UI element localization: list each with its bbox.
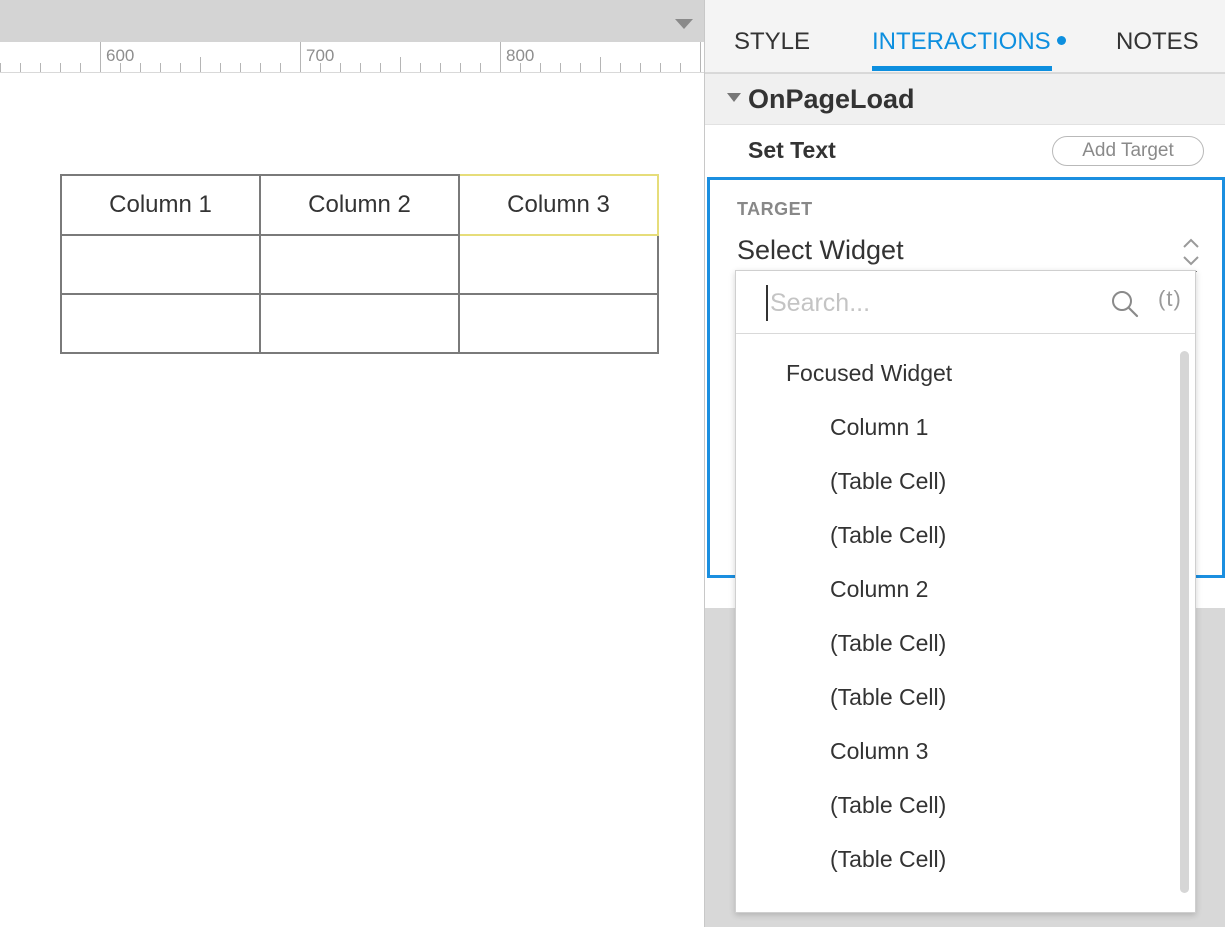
list-item[interactable]: (Table Cell) — [830, 522, 946, 549]
event-header[interactable]: OnPageLoad — [705, 74, 1225, 124]
table-cell[interactable] — [259, 234, 460, 295]
table-row: Column 1 Column 2 Column 3 — [60, 174, 659, 236]
ruler-tick — [480, 63, 481, 72]
action-title: Set Text — [748, 137, 836, 163]
ruler-label: 600 — [106, 46, 135, 65]
ruler-label: 800 — [506, 46, 535, 65]
search-icon[interactable] — [1110, 289, 1140, 319]
event-title: OnPageLoad — [748, 84, 915, 114]
ruler-tick — [660, 63, 661, 72]
ruler-tick — [280, 63, 281, 72]
table-row — [60, 293, 659, 354]
ruler-tick — [220, 63, 221, 72]
variable-insert-icon[interactable]: (t) — [1158, 286, 1182, 312]
unsaved-dot-icon — [1057, 36, 1066, 45]
ruler-tick — [340, 63, 341, 72]
active-tab-indicator — [872, 66, 1052, 71]
target-label: TARGET — [737, 199, 813, 219]
list-item[interactable]: Column 3 — [830, 738, 928, 765]
table-cell[interactable] — [60, 234, 261, 295]
inspector-tabs: STYLE INTERACTIONS NOTES — [705, 0, 1225, 73]
ruler-tick — [80, 63, 81, 72]
add-target-button[interactable]: Add Target — [1052, 136, 1204, 166]
ruler-tick — [240, 63, 241, 72]
chevron-up-down-icon[interactable] — [1181, 236, 1201, 268]
ruler-tick — [40, 63, 41, 72]
list-item[interactable]: Column 2 — [830, 576, 928, 603]
canvas-top-bar — [0, 0, 704, 42]
list-item[interactable]: (Table Cell) — [830, 468, 946, 495]
table-header-cell-selected[interactable]: Column 3 — [458, 174, 659, 236]
ruler-tick — [400, 57, 401, 72]
list-item[interactable]: (Table Cell) — [830, 684, 946, 711]
ruler-tick — [600, 57, 601, 72]
search-input[interactable] — [766, 285, 1096, 321]
table-cell[interactable] — [458, 293, 659, 354]
table-cell[interactable] — [259, 293, 460, 354]
ruler-tick — [260, 63, 261, 72]
table-row — [60, 234, 659, 295]
ruler-tick — [460, 63, 461, 72]
ruler-tick — [20, 63, 21, 72]
horizontal-ruler: 600 700 800 — [0, 42, 704, 73]
table-cell[interactable] — [60, 293, 261, 354]
ruler-tick — [420, 63, 421, 72]
ruler-tick — [160, 63, 161, 72]
ruler-tick — [620, 63, 621, 72]
list-item[interactable]: (Table Cell) — [830, 630, 946, 657]
ruler-tick — [440, 63, 441, 72]
list-item[interactable]: Focused Widget — [786, 360, 952, 387]
ruler-tick — [60, 63, 61, 72]
caret-down-icon[interactable] — [675, 19, 693, 29]
tab-style[interactable]: STYLE — [734, 28, 810, 56]
select-widget-dropdown[interactable]: Select Widget — [737, 235, 904, 266]
list-item[interactable]: Column 1 — [830, 414, 928, 441]
table-header-cell[interactable]: Column 2 — [259, 174, 460, 236]
design-canvas[interactable]: 600 700 800 Column 1 Column 2 Column 3 — [0, 0, 704, 927]
tab-interactions[interactable]: INTERACTIONS — [872, 28, 1051, 56]
ruler-tick — [640, 63, 641, 72]
widget-picker-dropdown: (t) Focused Widget Column 1 (Table Cell)… — [735, 270, 1196, 913]
ruler-tick — [700, 42, 701, 72]
list-item[interactable]: (Table Cell) — [830, 846, 946, 873]
search-bar: (t) — [736, 271, 1195, 334]
ruler-tick — [200, 57, 201, 72]
ruler-tick — [580, 63, 581, 72]
ruler-tick — [380, 63, 381, 72]
list-item[interactable]: (Table Cell) — [830, 792, 946, 819]
ruler-tick — [540, 63, 541, 72]
collapse-caret-icon[interactable] — [727, 93, 741, 102]
ruler-tick — [680, 63, 681, 72]
ruler-label: 700 — [306, 46, 335, 65]
table-header-cell[interactable]: Column 1 — [60, 174, 261, 236]
ruler-tick — [360, 63, 361, 72]
ruler-tick — [500, 42, 501, 72]
table-widget[interactable]: Column 1 Column 2 Column 3 — [60, 174, 659, 354]
tab-notes[interactable]: NOTES — [1116, 28, 1199, 56]
ruler-tick — [100, 42, 101, 72]
ruler-tick — [180, 63, 181, 72]
table-cell[interactable] — [458, 234, 659, 295]
ruler-tick — [300, 42, 301, 72]
ruler-tick — [0, 63, 1, 72]
ruler-tick — [560, 63, 561, 72]
scrollbar[interactable] — [1180, 351, 1189, 893]
ruler-tick — [140, 63, 141, 72]
